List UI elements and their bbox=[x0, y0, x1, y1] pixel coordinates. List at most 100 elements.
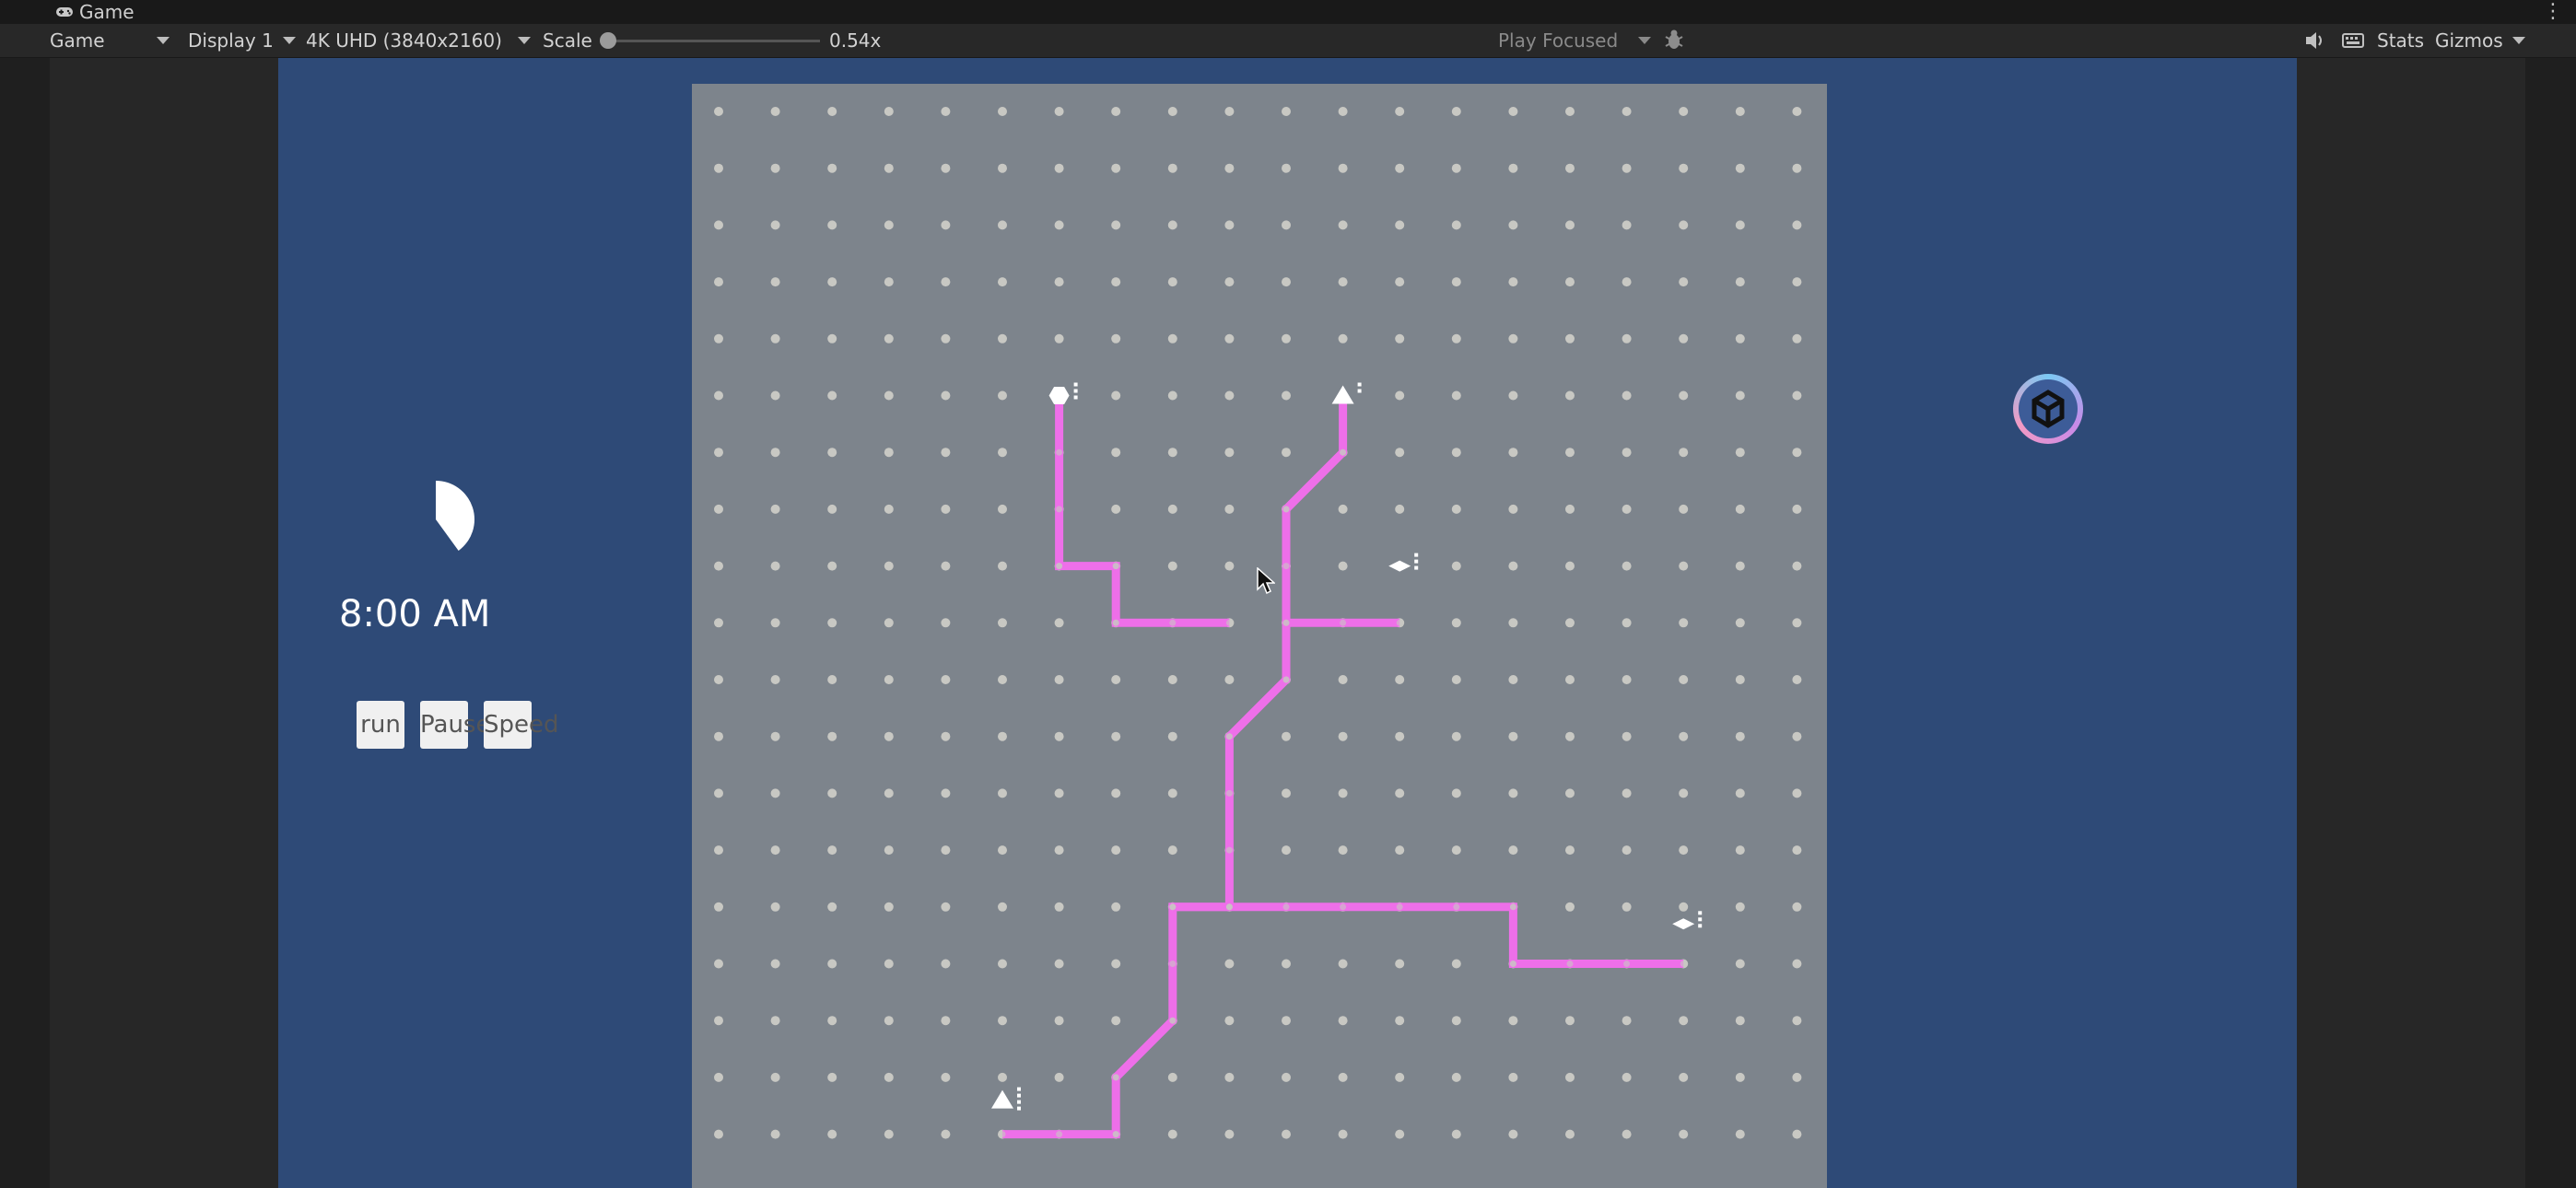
grid-dot bbox=[998, 1072, 1007, 1082]
grid-dot bbox=[714, 959, 723, 969]
grid-dot bbox=[1508, 333, 1518, 344]
grid-dot bbox=[1111, 1016, 1121, 1026]
grid-dot bbox=[1167, 1129, 1177, 1139]
grid-dot bbox=[714, 504, 723, 514]
track-node bbox=[1225, 789, 1233, 797]
track-node bbox=[1680, 961, 1687, 967]
gizmos-dropdown[interactable]: Gizmos bbox=[2435, 24, 2527, 57]
grid-dot bbox=[941, 220, 951, 230]
grid-dot bbox=[770, 448, 780, 458]
resolution-dropdown[interactable]: 4K UHD (3840x2160) bbox=[306, 24, 531, 57]
scale-slider[interactable] bbox=[600, 32, 820, 49]
grid-dot bbox=[1054, 107, 1064, 116]
grid-dot bbox=[941, 1016, 951, 1026]
play-mode-dropdown[interactable]: Play Focused bbox=[1498, 24, 1655, 57]
game-viewport[interactable]: 8:00 AM run Pause Speed bbox=[278, 58, 2297, 1188]
passenger-dot bbox=[1017, 1093, 1021, 1098]
grid-dot bbox=[1565, 845, 1575, 856]
keyboard-icon[interactable] bbox=[2337, 24, 2369, 57]
grid-dot bbox=[1622, 902, 1632, 912]
grid-dot bbox=[827, 731, 837, 741]
grid-dot bbox=[1282, 959, 1291, 969]
grid-dot bbox=[884, 675, 894, 684]
grid-dot bbox=[1167, 1072, 1177, 1082]
track-node bbox=[1225, 903, 1233, 911]
track-node bbox=[1509, 903, 1516, 911]
grid-dot bbox=[1395, 448, 1405, 458]
grid-dot bbox=[1054, 277, 1064, 287]
display-dropdown[interactable]: Display 1 bbox=[188, 24, 299, 57]
grid-dot bbox=[884, 1072, 894, 1082]
grid-dot bbox=[1167, 277, 1177, 287]
grid-dot bbox=[1622, 561, 1632, 571]
left-gutter bbox=[0, 58, 50, 1188]
grid-dot bbox=[884, 561, 894, 571]
grid-dot bbox=[1792, 163, 1802, 173]
grid-dot bbox=[714, 220, 723, 230]
grid-dot bbox=[998, 220, 1007, 230]
station-triangle-icon[interactable] bbox=[991, 1089, 1013, 1109]
grid-dot bbox=[1679, 504, 1689, 514]
view-mode-value: Game bbox=[50, 29, 105, 52]
grid-dot bbox=[998, 959, 1007, 969]
grid-dot bbox=[1451, 618, 1461, 628]
window-menu-button[interactable]: ⋮ bbox=[2543, 0, 2563, 24]
grid-dot bbox=[998, 902, 1007, 912]
grid-dot bbox=[1735, 448, 1745, 458]
speaker-icon[interactable] bbox=[2299, 24, 2330, 57]
grid-dot bbox=[1565, 618, 1575, 628]
grid-dot bbox=[714, 561, 723, 571]
grid-dot bbox=[827, 959, 837, 969]
grid-dot bbox=[1054, 333, 1064, 344]
grid-dot bbox=[1395, 788, 1405, 798]
grid-dot bbox=[1735, 504, 1745, 514]
grid-dot bbox=[1565, 504, 1575, 514]
passenger-dot bbox=[1414, 565, 1419, 570]
pause-button[interactable]: Pause bbox=[420, 701, 490, 749]
grid-dot bbox=[1565, 1016, 1575, 1026]
grid-dot bbox=[1282, 333, 1291, 344]
passenger-dot bbox=[1698, 924, 1703, 928]
grid-dot bbox=[1282, 390, 1291, 401]
window-titlebar: Game ⋮ bbox=[0, 0, 2576, 24]
game-board[interactable] bbox=[692, 84, 1827, 1188]
stats-button[interactable]: Stats bbox=[2377, 24, 2424, 57]
scale-slider-handle[interactable] bbox=[600, 32, 616, 49]
grid-dot bbox=[1167, 675, 1177, 684]
grid-dot bbox=[1224, 390, 1235, 401]
grid-dot bbox=[1282, 220, 1291, 230]
view-mode-dropdown[interactable]: Game bbox=[50, 24, 174, 57]
grid-dot bbox=[1111, 333, 1121, 344]
grid-dot bbox=[1395, 220, 1405, 230]
track-node bbox=[1282, 903, 1290, 911]
track-node bbox=[1056, 1131, 1063, 1138]
grid-dot bbox=[998, 561, 1007, 571]
grid-dot bbox=[1679, 220, 1689, 230]
grid-dot bbox=[1111, 902, 1121, 912]
grid-dot bbox=[998, 788, 1007, 798]
grid-dot bbox=[1054, 163, 1064, 173]
station-diamond-icon[interactable] bbox=[1388, 560, 1411, 572]
grid-dot bbox=[1054, 220, 1064, 230]
station-hexagon-icon[interactable] bbox=[1048, 387, 1070, 404]
grid-dot bbox=[998, 675, 1007, 684]
grid-dot bbox=[1792, 561, 1802, 571]
grid-dot bbox=[1679, 277, 1689, 287]
bug-icon[interactable] bbox=[1658, 24, 1690, 57]
station-diamond-icon[interactable] bbox=[1672, 918, 1695, 930]
grid-dot bbox=[1224, 220, 1235, 230]
run-button[interactable]: run bbox=[357, 701, 404, 749]
grid-dot bbox=[1282, 107, 1291, 116]
grid-dot bbox=[1792, 845, 1802, 856]
track-node bbox=[1623, 961, 1631, 967]
track-node bbox=[1112, 1131, 1119, 1138]
grid-dot bbox=[884, 504, 894, 514]
grid-dot bbox=[770, 675, 780, 684]
grid-dot bbox=[1167, 788, 1177, 798]
grid-dot bbox=[1622, 788, 1632, 798]
station-triangle-icon[interactable] bbox=[1331, 385, 1354, 404]
game-tab[interactable]: Game bbox=[79, 0, 135, 24]
grid-dot bbox=[1565, 1072, 1575, 1082]
speed-button[interactable]: Speed bbox=[484, 701, 559, 749]
grid-dot bbox=[1395, 959, 1405, 969]
